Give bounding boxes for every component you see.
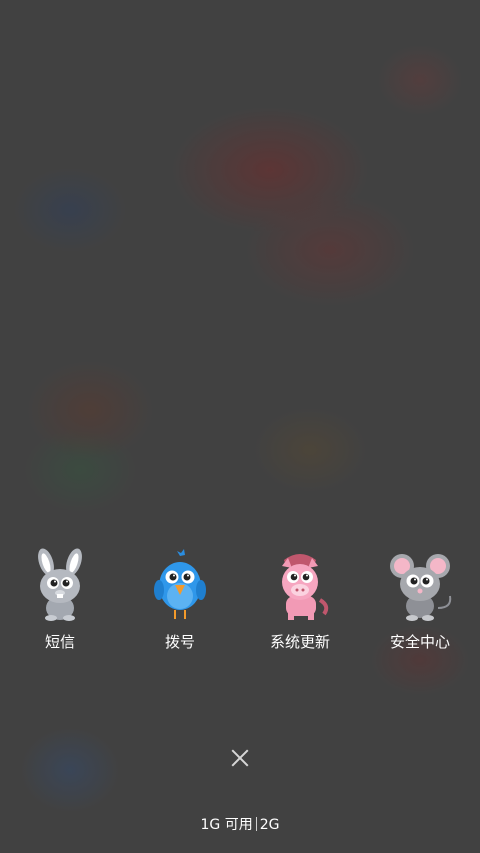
recent-apps-row: 短信 拨号 系统更新 安全中心: [0, 548, 480, 658]
app-label: 短信: [44, 633, 75, 651]
memory-divider: [255, 817, 257, 831]
memory-total: 2G: [259, 817, 280, 833]
pig-icon: [282, 554, 329, 620]
close-icon[interactable]: [224, 742, 256, 774]
memory-available: 1G 可用: [200, 817, 253, 833]
app-security-center[interactable]: 安全中心: [360, 548, 480, 658]
bunny-icon: [38, 548, 82, 621]
app-messages[interactable]: 短信: [0, 548, 120, 658]
memory-status: 1G 可用 2G: [0, 815, 480, 835]
dim-overlay: [0, 0, 480, 853]
bird-icon: [154, 549, 206, 619]
mouse-icon: [390, 554, 452, 621]
app-dialer[interactable]: 拨号: [120, 548, 240, 658]
app-system-update[interactable]: 系统更新: [240, 548, 360, 658]
app-label: 拨号: [164, 633, 195, 651]
app-label: 安全中心: [389, 633, 450, 651]
app-label: 系统更新: [269, 633, 330, 651]
